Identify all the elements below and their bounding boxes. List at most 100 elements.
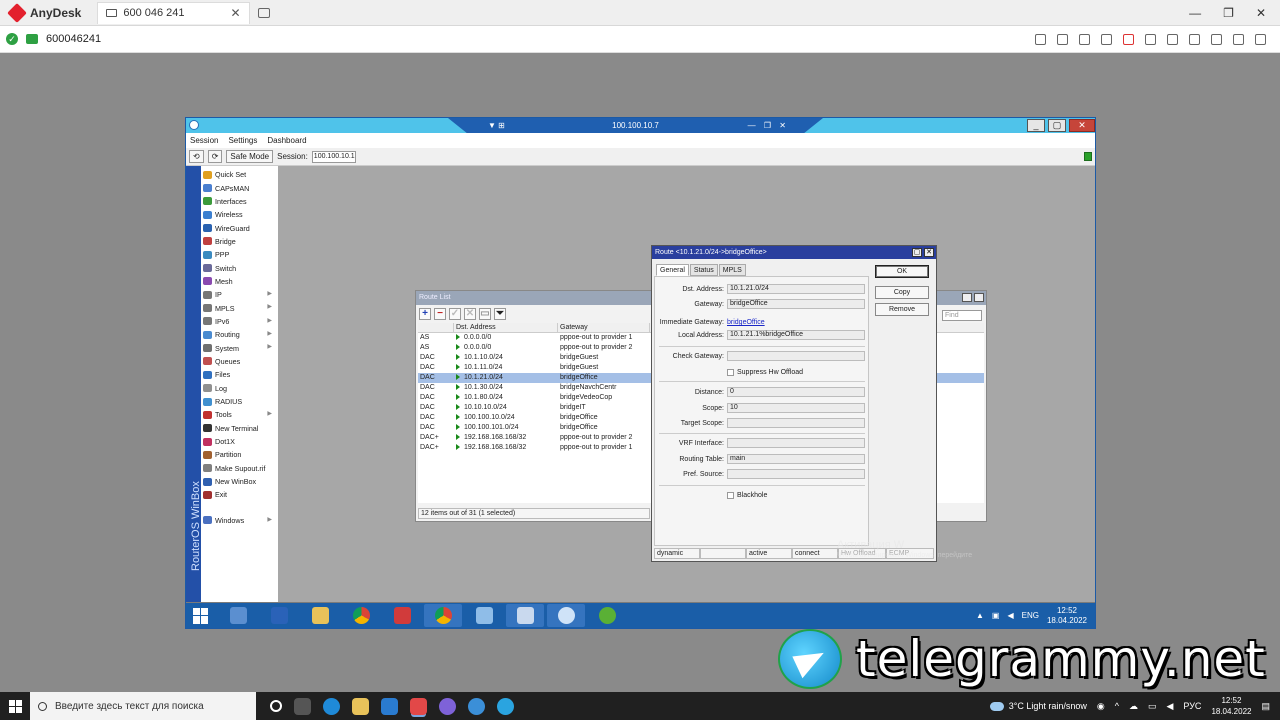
remote-start-button[interactable] [186, 603, 216, 628]
tray-lang[interactable]: РУС [1183, 701, 1201, 711]
taskbar-remote-desktop[interactable] [506, 604, 544, 627]
col-gateway[interactable]: Gateway [558, 323, 650, 332]
mail-icon[interactable] [381, 697, 398, 715]
session-input[interactable]: 100.100.10.1 [311, 150, 356, 163]
pref-source-input[interactable] [727, 469, 865, 479]
ok-button[interactable]: OK [875, 265, 929, 278]
suppress-hw-offload-checkbox[interactable]: Suppress Hw Offload [727, 367, 803, 377]
menu-dashboard[interactable]: Dashboard [267, 133, 306, 148]
chat-icon[interactable] [1035, 33, 1046, 45]
folder-icon[interactable] [352, 697, 369, 715]
tray-network-icon[interactable]: ▭ [1148, 701, 1157, 712]
telegram-icon[interactable] [497, 697, 514, 715]
sidebar-item-ipv6[interactable]: IPv6 ▶ [201, 315, 277, 328]
edge-icon[interactable] [323, 697, 340, 715]
sidebar-item-routing[interactable]: Routing ▶ [201, 328, 277, 341]
col-flags[interactable] [418, 323, 454, 332]
minimize-button[interactable]: — [1189, 6, 1201, 20]
remote-clock[interactable]: 12:52 18.04.2022 [1047, 606, 1087, 626]
safe-mode-button[interactable]: Safe Mode [226, 150, 274, 163]
route-dialog-close-button[interactable]: ✕ [924, 248, 934, 257]
taskbar-chrome[interactable] [342, 604, 380, 627]
close-tab-icon[interactable]: ✕ [231, 6, 241, 20]
tray-volume-icon[interactable]: ◀ [1007, 611, 1013, 620]
taskbar-powershell[interactable] [260, 604, 298, 627]
display-icon[interactable] [1123, 33, 1134, 45]
route-list-close-button[interactable]: ✕ [974, 293, 984, 302]
sidebar-item-log[interactable]: Log [201, 382, 277, 395]
winbox-maximize-button[interactable]: ▢ [1048, 119, 1066, 132]
dst-address-input[interactable]: 10.1.21.0/24 [727, 284, 865, 294]
taskbar-search[interactable]: Введите здесь текст для поиска [30, 692, 256, 720]
menu-settings[interactable]: Settings [228, 133, 257, 148]
remote-bar-controls[interactable]: — ❐ ✕ [748, 118, 789, 133]
close-window-button[interactable]: ✕ [1256, 6, 1266, 20]
viber-icon[interactable] [439, 697, 456, 715]
sidebar-item-wireguard[interactable]: WireGuard [201, 221, 277, 234]
tray-volume-icon[interactable]: ◀ [1166, 701, 1173, 712]
sidebar-item-make-supout-rif[interactable]: Make Supout.rif [201, 462, 277, 475]
tray-people-icon[interactable]: ◉ [1097, 701, 1105, 712]
winbox-icon[interactable] [468, 697, 485, 715]
comment-icon[interactable]: ▭ [479, 308, 491, 320]
scope-input[interactable]: 10 [727, 403, 865, 413]
immediate-gateway-link[interactable]: bridgeOffice [727, 317, 765, 328]
taskbar-server-manager[interactable] [219, 604, 257, 627]
file-transfer-icon[interactable] [1101, 33, 1112, 45]
menu-session[interactable]: Session [190, 133, 218, 148]
sidebar-item-radius[interactable]: RADIUS [201, 395, 277, 408]
pin-icon[interactable]: ▼ ⊞ [488, 118, 505, 133]
find-input[interactable]: Find [942, 310, 982, 321]
tray-lang[interactable]: ENG [1022, 611, 1039, 620]
copy-button[interactable]: Copy [875, 286, 929, 299]
check-gateway-select[interactable] [727, 351, 865, 361]
sidebar-item-new-terminal[interactable]: New Terminal [201, 422, 277, 435]
local-clock[interactable]: 12:52 18.04.2022 [1211, 695, 1251, 717]
remote-monitor-icon[interactable] [26, 34, 38, 44]
keyboard-icon[interactable] [1211, 33, 1222, 45]
vrf-interface-select[interactable] [727, 438, 865, 448]
winbox-system-icon[interactable] [189, 120, 199, 130]
enable-icon[interactable]: ✓ [449, 308, 461, 320]
maximize-button[interactable]: ❐ [1223, 6, 1234, 20]
settings-icon[interactable] [1233, 33, 1244, 45]
taskbar-winbox[interactable] [547, 604, 585, 627]
sidebar-item-ip[interactable]: IP ▶ [201, 288, 277, 301]
notifications-icon[interactable]: ▤ [1261, 701, 1270, 712]
sidebar-item-dot1x[interactable]: Dot1X [201, 435, 277, 448]
sidebar-item-tools[interactable]: Tools ▶ [201, 408, 277, 421]
sidebar-item-exit[interactable]: Exit [201, 488, 277, 501]
menu-icon[interactable] [1255, 33, 1266, 45]
blackhole-checkbox[interactable]: Blackhole [727, 490, 767, 500]
gateway-input[interactable]: bridgeOffice [727, 299, 865, 309]
disable-icon[interactable]: ✕ [464, 308, 476, 320]
distance-input[interactable]: 0 [727, 387, 865, 397]
message-icon[interactable] [1167, 33, 1178, 45]
tray-cloud-icon[interactable]: ☁ [1129, 701, 1138, 712]
anydesk-session-tab[interactable]: 600 046 241 ✕ [97, 1, 250, 24]
new-session-icon[interactable] [257, 7, 270, 18]
routing-table-select[interactable]: main [727, 454, 865, 464]
tab-mpls[interactable]: MPLS [718, 264, 746, 276]
redo-button[interactable]: ⟳ [207, 150, 223, 163]
route-dialog-titlebar[interactable]: Route <10.1.21.0/24->bridgeOffice> ▢ ✕ [652, 246, 936, 259]
taskbar-chrome-2[interactable] [424, 604, 462, 627]
filter-icon[interactable]: ⏷ [494, 308, 506, 320]
winbox-close-button[interactable]: ✕ [1069, 119, 1095, 132]
star-icon[interactable] [1079, 33, 1090, 45]
taskbar-anydesk[interactable] [383, 604, 421, 627]
taskbar-utorrent[interactable] [588, 604, 626, 627]
sidebar-item-capsman[interactable]: CAPsMAN [201, 181, 277, 194]
tab-general[interactable]: General [656, 264, 689, 276]
anydesk-logo[interactable]: AnyDesk [0, 2, 91, 23]
sidebar-item-files[interactable]: Files [201, 368, 277, 381]
winbox-minimize-button[interactable]: _ [1027, 119, 1045, 132]
sidebar-item-mpls[interactable]: MPLS ▶ [201, 301, 277, 314]
sidebar-item-ppp[interactable]: PPP [201, 248, 277, 261]
sidebar-item-quick-set[interactable]: Quick Set [201, 168, 277, 181]
sidebar-item-system[interactable]: System ▶ [201, 341, 277, 354]
route-dialog-maximize-button[interactable]: ▢ [912, 248, 922, 257]
sidebar-item-bridge[interactable]: Bridge [201, 235, 277, 248]
col-dst-address[interactable]: Dst. Address [454, 323, 558, 332]
sidebar-item-mesh[interactable]: Mesh [201, 275, 277, 288]
